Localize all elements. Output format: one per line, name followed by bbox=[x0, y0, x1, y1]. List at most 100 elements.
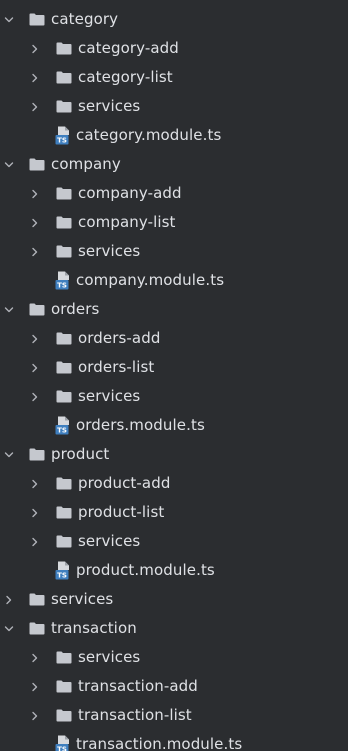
folder-icon bbox=[56, 477, 72, 490]
file-item-category-module-ts[interactable]: TS category.module.ts bbox=[0, 121, 348, 150]
folder-label: company-add bbox=[78, 184, 182, 202]
folder-label: product-add bbox=[78, 474, 171, 492]
file-label: product.module.ts bbox=[76, 561, 215, 579]
file-item-company-module-ts[interactable]: TS company.module.ts bbox=[0, 266, 348, 295]
file-label: orders.module.ts bbox=[76, 416, 205, 434]
chevron-right-icon[interactable] bbox=[26, 359, 44, 377]
folder-icon bbox=[29, 622, 45, 635]
chevron-right-icon[interactable] bbox=[26, 330, 44, 348]
chevron-down-icon[interactable] bbox=[0, 11, 18, 29]
folder-icon bbox=[56, 245, 72, 258]
folder-label: services bbox=[78, 387, 141, 405]
folder-item-services[interactable]: services bbox=[0, 237, 348, 266]
folder-icon bbox=[56, 361, 72, 374]
folder-icon bbox=[29, 448, 45, 461]
folder-icon bbox=[56, 535, 72, 548]
folder-item-orders-list[interactable]: orders-list bbox=[0, 353, 348, 382]
folder-item-transaction-list[interactable]: transaction-list bbox=[0, 701, 348, 730]
file-label: company.module.ts bbox=[76, 271, 225, 289]
folder-label: category bbox=[51, 10, 119, 28]
file-label: category.module.ts bbox=[76, 126, 222, 144]
folder-label: company-list bbox=[78, 213, 176, 231]
folder-item-transaction[interactable]: transaction bbox=[0, 614, 348, 643]
project-file-tree: category category-add category-list service… bbox=[0, 0, 348, 751]
folder-item-services[interactable]: services bbox=[0, 585, 348, 614]
folder-icon bbox=[29, 593, 45, 606]
chevron-down-icon[interactable] bbox=[0, 301, 18, 319]
folder-label: services bbox=[78, 242, 141, 260]
folder-label: transaction bbox=[51, 619, 137, 637]
folder-item-orders[interactable]: orders bbox=[0, 295, 348, 324]
file-item-product-module-ts[interactable]: TS product.module.ts bbox=[0, 556, 348, 585]
folder-item-services[interactable]: services bbox=[0, 92, 348, 121]
chevron-right-icon[interactable] bbox=[26, 707, 44, 725]
typescript-file-icon: TS bbox=[55, 561, 69, 580]
chevron-right-icon[interactable] bbox=[0, 591, 18, 609]
typescript-file-icon: TS bbox=[55, 416, 69, 435]
folder-item-services[interactable]: services bbox=[0, 382, 348, 411]
chevron-down-icon[interactable] bbox=[0, 156, 18, 174]
folder-item-product[interactable]: product bbox=[0, 440, 348, 469]
folder-icon bbox=[56, 332, 72, 345]
folder-item-product-add[interactable]: product-add bbox=[0, 469, 348, 498]
folder-label: product bbox=[51, 445, 110, 463]
folder-label: category-add bbox=[78, 39, 179, 57]
folder-icon bbox=[56, 100, 72, 113]
typescript-badge-text: TS bbox=[57, 282, 67, 290]
chevron-right-icon[interactable] bbox=[26, 475, 44, 493]
folder-label: services bbox=[78, 532, 141, 550]
folder-item-services[interactable]: services bbox=[0, 527, 348, 556]
chevron-right-icon[interactable] bbox=[26, 185, 44, 203]
folder-icon bbox=[56, 390, 72, 403]
chevron-right-icon[interactable] bbox=[26, 98, 44, 116]
folder-icon bbox=[56, 187, 72, 200]
folder-label: transaction-add bbox=[78, 677, 198, 695]
folder-item-category-list[interactable]: category-list bbox=[0, 63, 348, 92]
folder-label: product-list bbox=[78, 503, 165, 521]
folder-label: category-list bbox=[78, 68, 173, 86]
typescript-badge-text: TS bbox=[57, 746, 67, 751]
chevron-right-icon[interactable] bbox=[26, 649, 44, 667]
folder-icon bbox=[56, 651, 72, 664]
folder-item-services[interactable]: services bbox=[0, 643, 348, 672]
chevron-right-icon[interactable] bbox=[26, 504, 44, 522]
file-label: transaction.module.ts bbox=[76, 735, 243, 751]
folder-label: services bbox=[51, 590, 114, 608]
folder-item-category-add[interactable]: category-add bbox=[0, 34, 348, 63]
folder-item-company[interactable]: company bbox=[0, 150, 348, 179]
folder-item-company-list[interactable]: company-list bbox=[0, 208, 348, 237]
chevron-right-icon[interactable] bbox=[26, 214, 44, 232]
file-item-orders-module-ts[interactable]: TS orders.module.ts bbox=[0, 411, 348, 440]
folder-label: services bbox=[78, 97, 141, 115]
folder-icon bbox=[56, 680, 72, 693]
folder-icon bbox=[56, 709, 72, 722]
chevron-right-icon[interactable] bbox=[26, 69, 44, 87]
folder-item-product-list[interactable]: product-list bbox=[0, 498, 348, 527]
chevron-right-icon[interactable] bbox=[26, 678, 44, 696]
typescript-file-icon: TS bbox=[55, 735, 69, 751]
chevron-right-icon[interactable] bbox=[26, 533, 44, 551]
folder-icon bbox=[56, 216, 72, 229]
folder-icon bbox=[56, 71, 72, 84]
folder-label: orders-add bbox=[78, 329, 161, 347]
folder-label: services bbox=[78, 648, 141, 666]
folder-item-orders-add[interactable]: orders-add bbox=[0, 324, 348, 353]
folder-item-transaction-add[interactable]: transaction-add bbox=[0, 672, 348, 701]
folder-icon bbox=[29, 303, 45, 316]
folder-item-company-add[interactable]: company-add bbox=[0, 179, 348, 208]
typescript-badge-text: TS bbox=[57, 427, 67, 435]
folder-item-category[interactable]: category bbox=[0, 5, 348, 34]
folder-label: transaction-list bbox=[78, 706, 192, 724]
folder-icon bbox=[56, 506, 72, 519]
chevron-right-icon[interactable] bbox=[26, 40, 44, 58]
typescript-file-icon: TS bbox=[55, 271, 69, 290]
folder-label: company bbox=[51, 155, 121, 173]
typescript-badge-text: TS bbox=[57, 572, 67, 580]
chevron-down-icon[interactable] bbox=[0, 620, 18, 638]
typescript-badge-text: TS bbox=[57, 137, 67, 145]
chevron-right-icon[interactable] bbox=[26, 243, 44, 261]
file-item-transaction-module-ts[interactable]: TS transaction.module.ts bbox=[0, 730, 348, 751]
chevron-down-icon[interactable] bbox=[0, 446, 18, 464]
typescript-file-icon: TS bbox=[55, 126, 69, 145]
chevron-right-icon[interactable] bbox=[26, 388, 44, 406]
